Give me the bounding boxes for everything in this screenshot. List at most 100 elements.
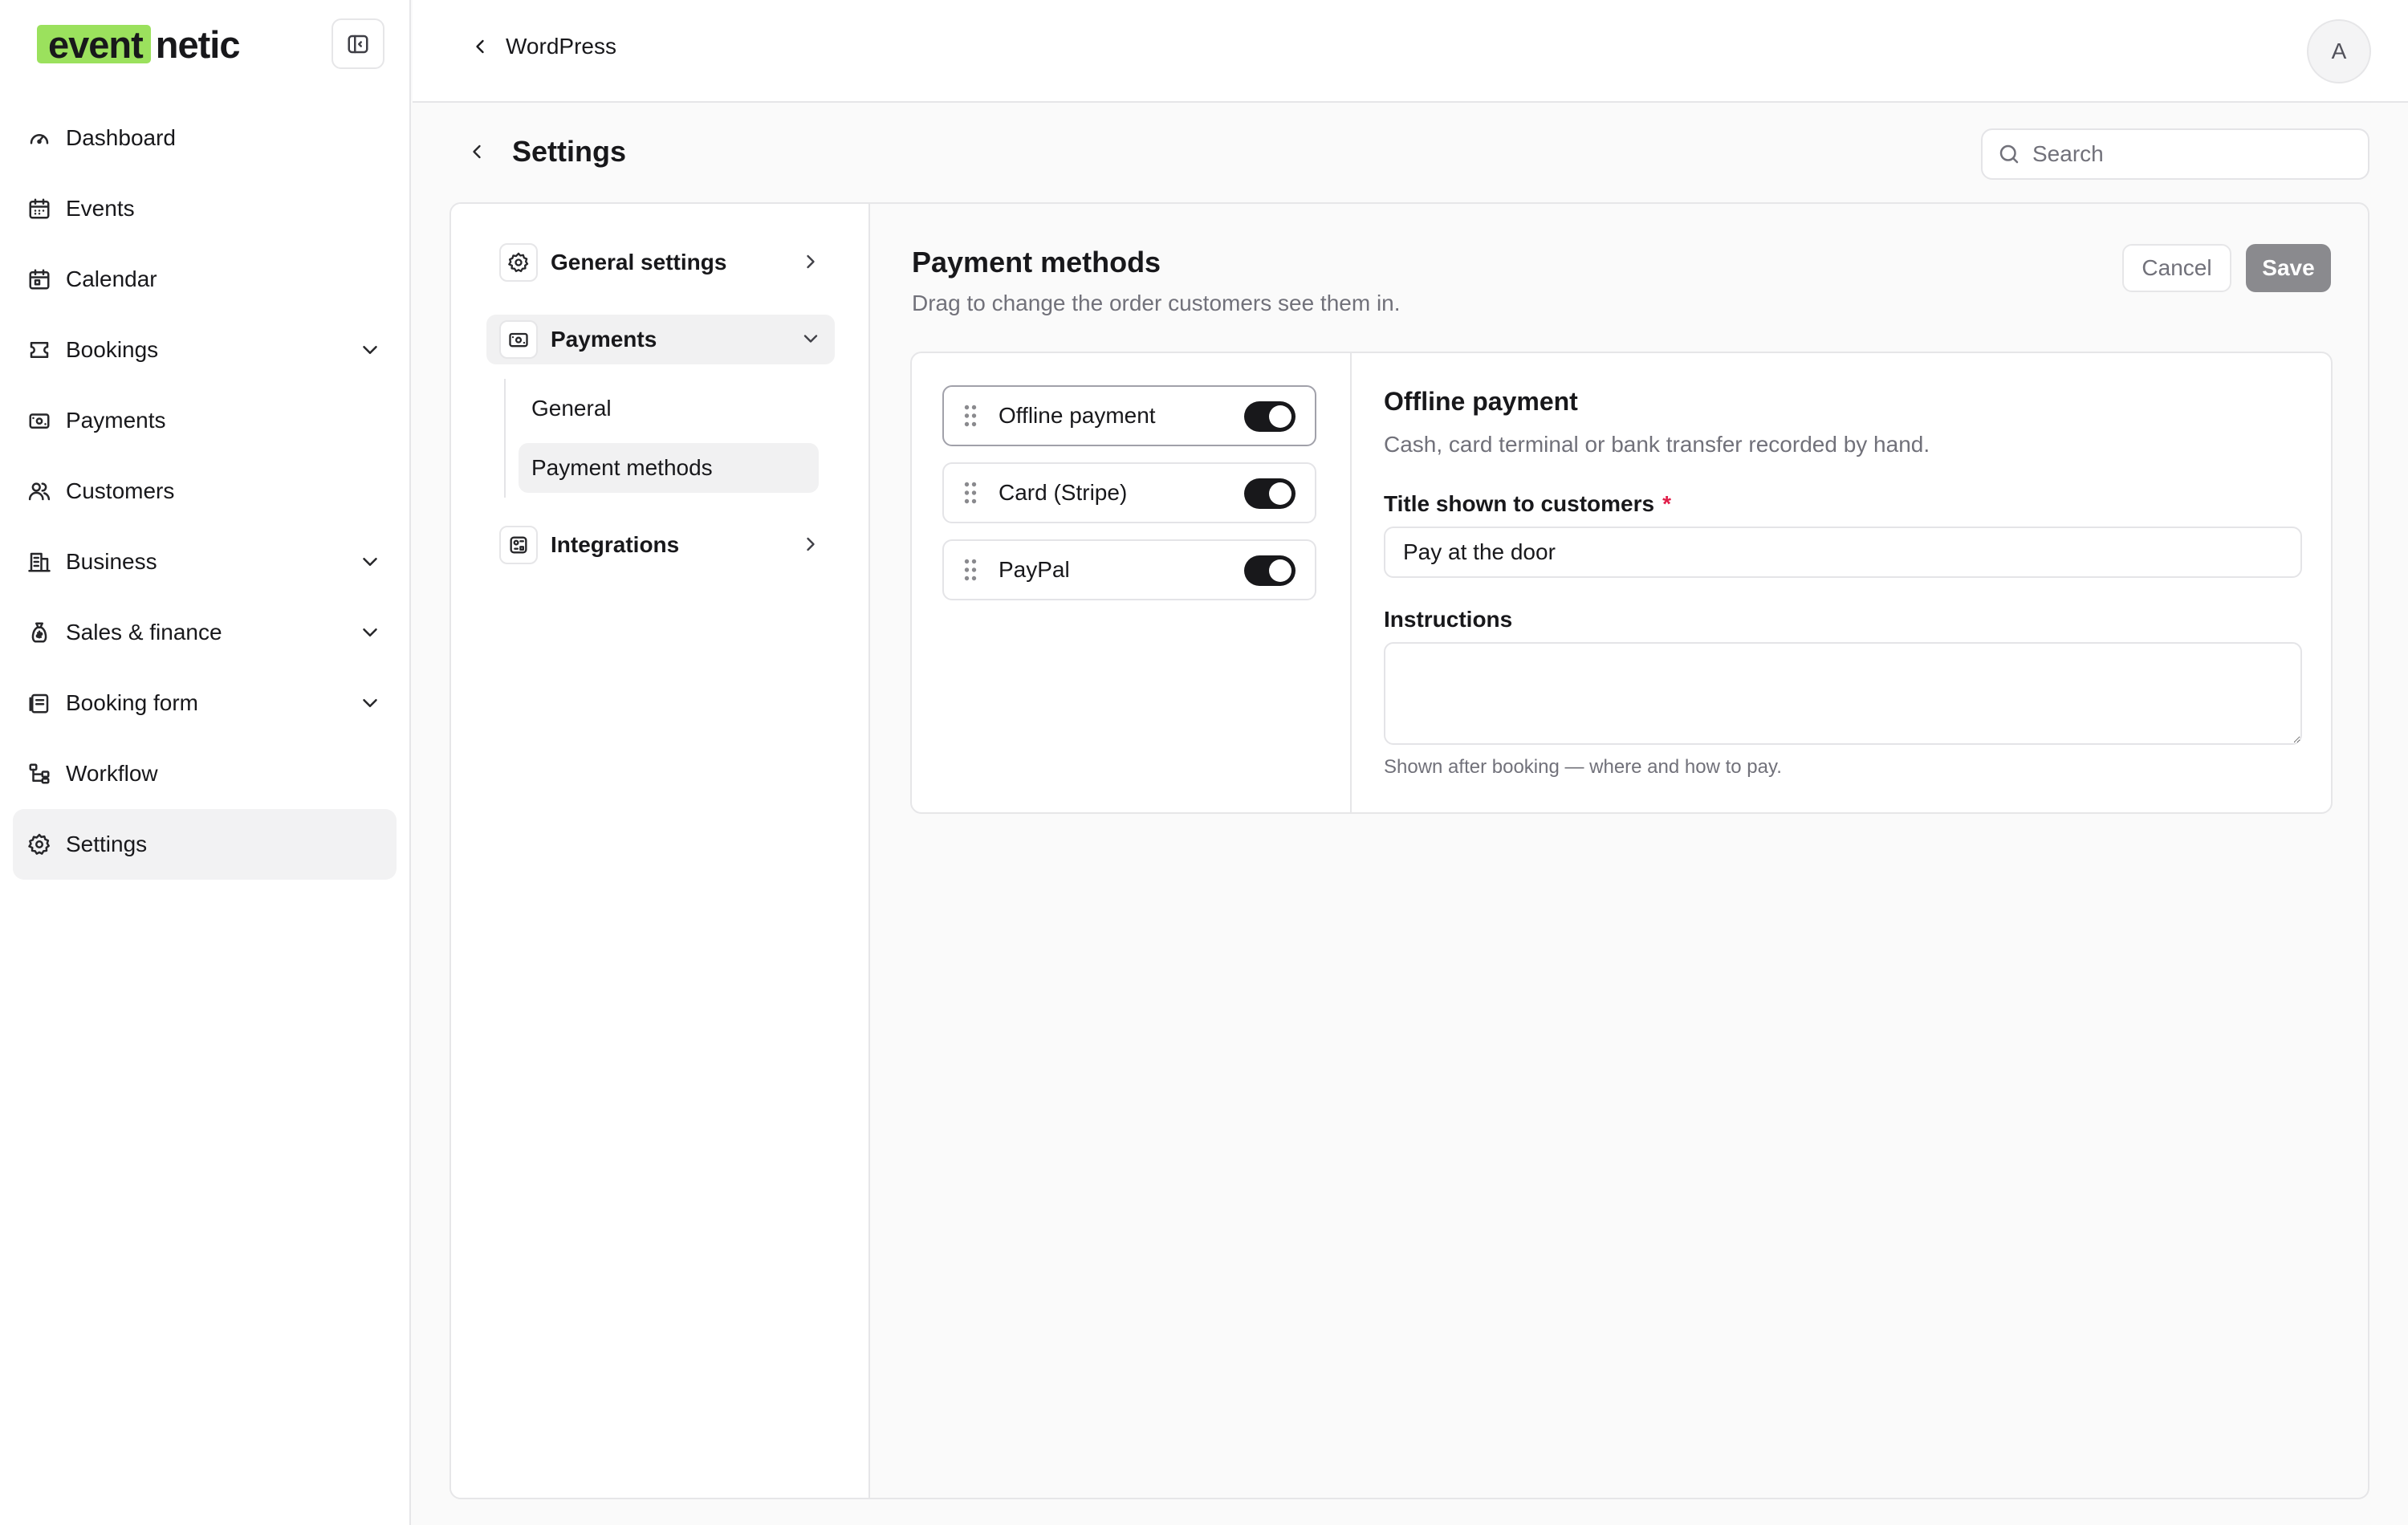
settings-nav-payment-methods[interactable]: Payment methods [519,443,819,493]
sidebar-item-label: Bookings [66,337,159,362]
payment-method-name: Offline payment [999,403,1156,428]
sidebar-item-workflow[interactable]: Workflow [13,738,397,809]
main-nav: Dashboard Events Calendar Bookings Payme… [13,103,397,880]
enable-toggle[interactable] [1244,555,1296,586]
title-field-label: Title shown to customers * [1384,491,1671,517]
page-header: Settings [466,135,626,169]
cancel-button[interactable]: Cancel [2122,244,2231,292]
settings-nav: General settings Payments General Paymen… [451,204,870,1498]
sidebar-item-customers[interactable]: Customers [13,456,397,527]
logo-mark: event [37,22,151,67]
sidebar-item-booking-form[interactable]: Booking form [13,668,397,738]
chevron-right-icon [807,537,815,551]
payment-method-name: PayPal [999,557,1070,582]
settings-card: General settings Payments General Paymen… [449,202,2369,1499]
chevron-down-icon [363,346,377,354]
sidebar-item-label: Booking form [66,690,198,715]
logo[interactable]: event netic [37,19,241,69]
enable-toggle[interactable] [1244,478,1296,509]
calendar-days-icon [29,198,50,219]
detail-title: Offline payment [1384,387,1578,416]
sidebar-item-sales-finance[interactable]: Sales & finance [13,597,397,668]
search-box[interactable] [1981,128,2369,180]
calendar-icon [29,269,50,290]
money-bag-icon [31,622,47,643]
gauge-icon [30,134,49,144]
sidebar-item-calendar[interactable]: Calendar [13,244,397,315]
top-bar: WordPress A [413,0,2408,103]
sidebar-item-label: Calendar [66,266,157,291]
search-input[interactable] [2032,141,2353,167]
settings-nav-payments[interactable]: Payments [486,315,835,364]
settings-nav-label: Integrations [551,532,680,557]
sidebar-item-label: Workflow [66,761,158,786]
save-button[interactable]: Save [2246,244,2331,292]
sidebar-item-bookings[interactable]: Bookings [13,315,397,385]
payment-methods-list: Offline payment Card (Stripe) PayPal [912,353,1352,812]
enable-toggle[interactable] [1244,401,1296,432]
drag-handle-icon[interactable] [963,481,978,505]
settings-nav-general-settings[interactable]: General settings [486,238,835,287]
page-title: Settings [512,135,627,168]
back-label: WordPress [506,34,616,59]
sidebar-item-dashboard[interactable]: Dashboard [13,103,397,173]
gear-icon [499,243,538,282]
payment-method-paypal[interactable]: PayPal [942,539,1316,600]
title-field[interactable] [1384,527,2302,578]
instructions-field[interactable] [1384,642,2302,745]
sidebar-toggle-icon [348,35,368,53]
form-icon [29,693,49,714]
drag-handle-icon[interactable] [963,558,978,582]
banknote-icon [499,320,538,359]
sidebar-item-label: Business [66,549,157,574]
drag-handle-icon[interactable] [963,404,978,428]
gear-icon [28,833,50,855]
banknote-icon [29,413,50,429]
settings-nav-payments-general[interactable]: General [519,384,819,433]
sidebar-item-label: Events [66,196,135,221]
title-label-text: Title shown to customers [1384,491,1655,516]
chevron-down-icon [363,628,377,636]
settings-nav-label: General settings [551,250,727,274]
sidebar: event netic Dashboard Events Calendar Bo… [0,0,411,1525]
detail-subtitle: Cash, card terminal or bank transfer rec… [1384,432,1930,457]
sidebar-item-settings[interactable]: Settings [13,809,397,880]
subnav-divider [504,379,506,498]
chevron-down-icon [363,699,377,707]
ticket-icon [30,342,49,358]
back-chevron-icon[interactable] [466,140,488,163]
payment-method-name: Card (Stripe) [999,480,1128,505]
settings-nav-integrations[interactable]: Integrations [486,520,835,570]
building-icon [28,552,51,572]
users-icon [28,482,51,501]
integrations-icon [499,526,538,564]
chevron-left-icon [476,39,484,54]
collapse-sidebar-button[interactable] [332,18,384,69]
sidebar-item-label: Sales & finance [66,620,222,645]
payment-method-stripe[interactable]: Card (Stripe) [942,462,1316,523]
sidebar-item-events[interactable]: Events [13,173,397,244]
logo-text: netic [155,22,241,66]
workflow-icon [29,763,50,784]
required-mark: * [1662,491,1671,516]
payment-methods-panel: Offline payment Card (Stripe) PayPal Off… [910,352,2333,814]
search-icon [1999,144,2019,164]
back-to-wordpress-link[interactable]: WordPress [469,34,616,59]
sidebar-item-label: Dashboard [66,125,176,150]
chevron-right-icon [807,254,815,269]
settings-nav-label: Payments [551,327,657,352]
sidebar-item-payments[interactable]: Payments [13,385,397,456]
section-title: Payment methods [912,246,1161,279]
payment-methods-content: Payment methods Drag to change the order… [872,204,2368,1498]
section-subtitle: Drag to change the order customers see t… [912,291,1401,315]
sidebar-item-label: Payments [66,408,166,433]
payment-method-detail: Offline payment Cash, card terminal or b… [1384,353,2302,812]
sidebar-item-business[interactable]: Business [13,527,397,597]
sidebar-item-label: Settings [66,832,148,856]
chevron-down-icon [803,335,818,343]
instructions-label: Instructions [1384,607,1513,632]
sidebar-item-label: Customers [66,478,175,503]
avatar[interactable]: A [2307,19,2371,83]
chevron-down-icon [363,558,377,566]
payment-method-offline[interactable]: Offline payment [942,385,1316,446]
